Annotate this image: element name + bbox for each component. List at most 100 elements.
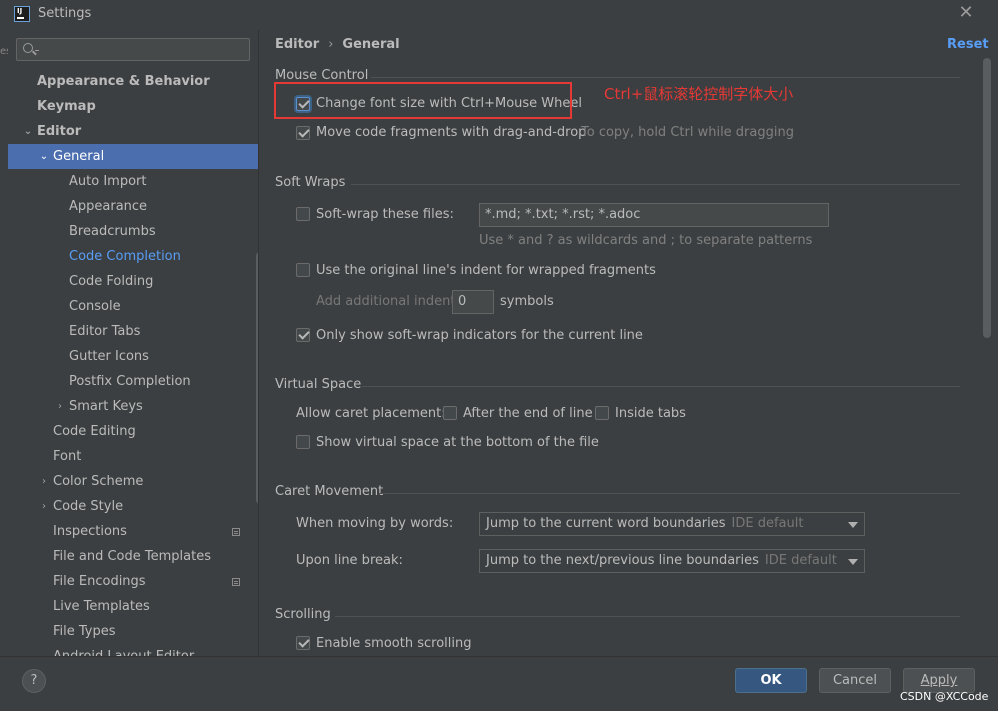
sidebar-item-label: Code Folding xyxy=(69,274,154,289)
sidebar-item-label: File and Code Templates xyxy=(53,549,211,564)
sidebar-item-label: Auto Import xyxy=(69,174,147,189)
after-end-of-line-label[interactable]: After the end of line xyxy=(463,406,593,421)
chevron-right-icon[interactable]: › xyxy=(38,469,50,494)
sidebar-item-label: Appearance & Behavior xyxy=(37,74,210,89)
sidebar-item-label: Android Layout Editor xyxy=(53,644,194,656)
cancel-button[interactable]: Cancel xyxy=(819,668,891,693)
sidebar-item-label: Code Style xyxy=(53,499,124,514)
sidebar-item-file-types[interactable]: File Types xyxy=(8,619,258,644)
watermark: CSDN @XCCode xyxy=(900,690,989,703)
sidebar-item-appearance[interactable]: Appearance xyxy=(8,194,258,219)
sidebar-item-inspections[interactable]: Inspections xyxy=(8,519,258,544)
sidebar-item-general[interactable]: ⌄ General xyxy=(8,144,258,169)
inside-tabs-label[interactable]: Inside tabs xyxy=(615,406,686,421)
dropdown-arrow-icon xyxy=(848,522,858,528)
sidebar-item-auto-import[interactable]: Auto Import xyxy=(8,169,258,194)
breadcrumb-general: General xyxy=(342,37,400,52)
sidebar-item-label: File Types xyxy=(53,624,116,639)
sidebar-item-console[interactable]: Console xyxy=(8,294,258,319)
sidebar-item-label: Breadcrumbs xyxy=(69,224,156,239)
content-scrollbar[interactable] xyxy=(983,58,991,338)
settings-search-input[interactable] xyxy=(16,38,250,61)
title-bar: IJ Settings ✕ xyxy=(0,0,998,30)
section-title-soft-wraps: Soft Wraps xyxy=(275,175,346,190)
breadcrumb-separator: › xyxy=(328,37,334,52)
drag-drop-checkbox[interactable] xyxy=(296,126,310,140)
soft-wrap-indicators-label[interactable]: Only show soft-wrap indicators for the c… xyxy=(316,328,643,343)
section-title-mouse-control: Mouse Control xyxy=(275,68,369,83)
smooth-scrolling-label[interactable]: Enable smooth scrolling xyxy=(316,636,472,651)
chevron-right-icon[interactable]: › xyxy=(38,494,50,519)
line-break-label: Upon line break: xyxy=(296,553,403,568)
sidebar-item-code-completion[interactable]: Code Completion xyxy=(8,244,258,269)
additional-indent-label: Add additional indent: xyxy=(316,294,460,309)
sidebar-item-editor-tabs[interactable]: Editor Tabs xyxy=(8,319,258,344)
virtual-space-bottom-checkbox[interactable] xyxy=(296,435,310,449)
reset-link[interactable]: Reset xyxy=(947,37,989,52)
sidebar-item-code-style[interactable]: › Code Style xyxy=(8,494,258,519)
window-title: Settings xyxy=(38,6,92,21)
breadcrumb-editor[interactable]: Editor xyxy=(275,37,319,52)
section-divider xyxy=(371,77,960,78)
sidebar-item-label: Color Scheme xyxy=(53,474,144,489)
sidebar-item-code-editing[interactable]: Code Editing xyxy=(8,419,258,444)
drag-drop-label[interactable]: Move code fragments with drag-and-drop xyxy=(316,125,586,140)
sidebar-item-code-folding[interactable]: Code Folding xyxy=(8,269,258,294)
sidebar-item-breadcrumbs[interactable]: Breadcrumbs xyxy=(8,219,258,244)
sidebar-item-label: Gutter Icons xyxy=(69,349,149,364)
chevron-right-icon[interactable]: › xyxy=(54,394,66,419)
sidebar-item-file-and-code-templates[interactable]: File and Code Templates xyxy=(8,544,258,569)
sidebar-item-postfix-completion[interactable]: Postfix Completion xyxy=(8,369,258,394)
moving-by-words-dropdown[interactable]: Jump to the current word boundaries IDE d… xyxy=(479,512,865,536)
additional-indent-suffix: symbols xyxy=(500,294,554,309)
sidebar-item-keymap[interactable]: Keymap xyxy=(8,94,258,119)
highlight-box xyxy=(274,82,572,119)
breadcrumb: Editor › General xyxy=(275,37,400,52)
patterns-hint: Use * and ? as wildcards and ; to separa… xyxy=(479,233,813,248)
sidebar-item-editor[interactable]: ⌄ Editor xyxy=(8,119,258,144)
additional-indent-field[interactable]: 0 xyxy=(452,290,494,314)
soft-wrap-indicators-checkbox[interactable] xyxy=(296,328,310,342)
smooth-scrolling-checkbox[interactable] xyxy=(296,636,310,650)
sidebar-item-label: File Encodings xyxy=(53,574,146,589)
search-icon xyxy=(23,43,33,53)
close-icon[interactable]: ✕ xyxy=(956,3,976,23)
sidebar-item-color-scheme[interactable]: › Color Scheme xyxy=(8,469,258,494)
ok-button[interactable]: OK xyxy=(735,668,807,693)
inside-tabs-checkbox[interactable] xyxy=(595,406,609,420)
sidebar-item-appearance-behavior[interactable]: Appearance & Behavior xyxy=(8,69,258,94)
sidebar-item-label: Code Editing xyxy=(53,424,136,439)
help-button[interactable]: ? xyxy=(22,669,46,693)
chevron-down-icon[interactable]: ⌄ xyxy=(38,144,50,169)
search-dropdown-icon xyxy=(35,47,39,51)
sidebar-item-label: Live Templates xyxy=(53,599,150,614)
chevron-down-icon[interactable]: ⌄ xyxy=(22,119,34,144)
sidebar-item-label: Code Completion xyxy=(69,249,181,264)
sidebar-item-android-layout-editor[interactable]: Android Layout Editor xyxy=(8,644,258,656)
sidebar-item-smart-keys[interactable]: › Smart Keys xyxy=(8,394,258,419)
section-divider xyxy=(335,616,960,617)
soft-wrap-files-label[interactable]: Soft-wrap these files: xyxy=(316,207,454,222)
sidebar-item-label: Appearance xyxy=(69,199,148,214)
moving-by-words-value: Jump to the current word boundaries xyxy=(486,516,726,531)
after-end-of-line-checkbox[interactable] xyxy=(443,406,457,420)
sidebar-item-gutter-icons[interactable]: Gutter Icons xyxy=(8,344,258,369)
sidebar-item-label: Console xyxy=(69,299,121,314)
dropdown-arrow-icon xyxy=(848,559,858,565)
line-break-dropdown[interactable]: Jump to the next/previous line boundarie… xyxy=(479,549,865,573)
soft-wrap-files-checkbox[interactable] xyxy=(296,207,310,221)
original-indent-label[interactable]: Use the original line's indent for wrapp… xyxy=(316,263,656,278)
virtual-space-bottom-label[interactable]: Show virtual space at the bottom of the … xyxy=(316,435,599,450)
sidebar-item-file-encodings[interactable]: File Encodings xyxy=(8,569,258,594)
section-divider xyxy=(351,184,960,185)
sidebar-item-label: Postfix Completion xyxy=(69,374,191,389)
soft-wrap-patterns-field[interactable]: *.md; *.txt; *.rst; *.adoc xyxy=(479,203,829,227)
section-divider xyxy=(379,493,960,494)
sidebar-item-font[interactable]: Font xyxy=(8,444,258,469)
line-break-value: Jump to the next/previous line boundarie… xyxy=(486,553,759,568)
settings-sidebar: Appearance & Behavior Keymap ⌄ Editor ⌄ Gener… xyxy=(8,30,258,656)
sidebar-item-live-templates[interactable]: Live Templates xyxy=(8,594,258,619)
settings-tree: Appearance & Behavior Keymap ⌄ Editor ⌄ Gener… xyxy=(8,69,258,656)
original-indent-checkbox[interactable] xyxy=(296,263,310,277)
section-title-virtual-space: Virtual Space xyxy=(275,377,362,392)
